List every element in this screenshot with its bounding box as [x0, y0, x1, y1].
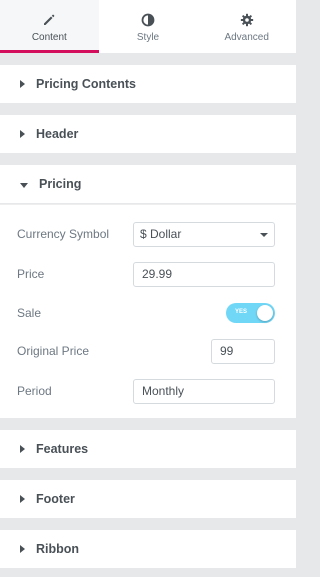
sale-label: Sale [17, 306, 42, 320]
pencil-icon [40, 11, 58, 29]
gear-icon [238, 11, 256, 29]
editor-tabs: Content Style Advanced [0, 0, 296, 53]
pricing-panel: Currency Symbol $ Dollar Price 29.99 Sal… [0, 204, 296, 418]
period-input[interactable]: Monthly [133, 378, 275, 404]
period-input-value: Monthly [142, 384, 185, 398]
original-price-input[interactable]: 99 [211, 338, 275, 364]
section-title: Header [36, 127, 79, 141]
section-title: Footer [36, 492, 75, 506]
tab-advanced[interactable]: Advanced [197, 0, 296, 53]
sale-row: Sale YES [0, 298, 296, 328]
currency-select[interactable]: $ Dollar [133, 221, 275, 247]
currency-label: Currency Symbol [17, 227, 110, 241]
tab-style-label: Style [136, 32, 160, 43]
tab-advanced-label: Advanced [224, 32, 269, 43]
original-price-input-value: 99 [220, 344, 234, 358]
section-title: Pricing Contents [36, 77, 137, 91]
section-title: Ribbon [36, 542, 80, 556]
section-title: Features [36, 442, 89, 456]
currency-row: Currency Symbol $ Dollar [0, 219, 296, 249]
caret-right-icon [20, 130, 25, 138]
price-input[interactable]: 29.99 [133, 261, 275, 287]
caret-down-icon [20, 182, 28, 188]
sale-toggle-text: YES [235, 309, 248, 315]
section-features[interactable]: Features [0, 430, 296, 468]
original-price-label: Original Price [17, 344, 90, 358]
sale-toggle[interactable]: YES [226, 303, 275, 323]
period-label: Period [17, 384, 52, 398]
caret-right-icon [20, 545, 25, 553]
period-row: Period Monthly [0, 376, 296, 406]
section-pricing-contents[interactable]: Pricing Contents [0, 65, 296, 103]
caret-right-icon [20, 445, 25, 453]
price-row: Price 29.99 [0, 259, 296, 289]
caret-right-icon [20, 495, 25, 503]
half-circle-icon [139, 11, 157, 29]
chevron-down-icon [260, 232, 268, 237]
section-title: Pricing [39, 177, 82, 191]
toggle-knob [257, 305, 273, 321]
tab-content-label: Content [31, 32, 67, 43]
section-header[interactable]: Header [0, 115, 296, 153]
price-label: Price [17, 267, 45, 281]
section-ribbon[interactable]: Ribbon [0, 530, 296, 568]
original-price-row: Original Price 99 [0, 336, 296, 366]
caret-right-icon [20, 80, 25, 88]
section-footer[interactable]: Footer [0, 480, 296, 518]
price-input-value: 29.99 [142, 267, 173, 281]
tab-style[interactable]: Style [99, 0, 198, 53]
currency-select-value: $ Dollar [140, 227, 182, 241]
tab-content[interactable]: Content [0, 0, 99, 53]
section-pricing[interactable]: Pricing [0, 165, 296, 203]
